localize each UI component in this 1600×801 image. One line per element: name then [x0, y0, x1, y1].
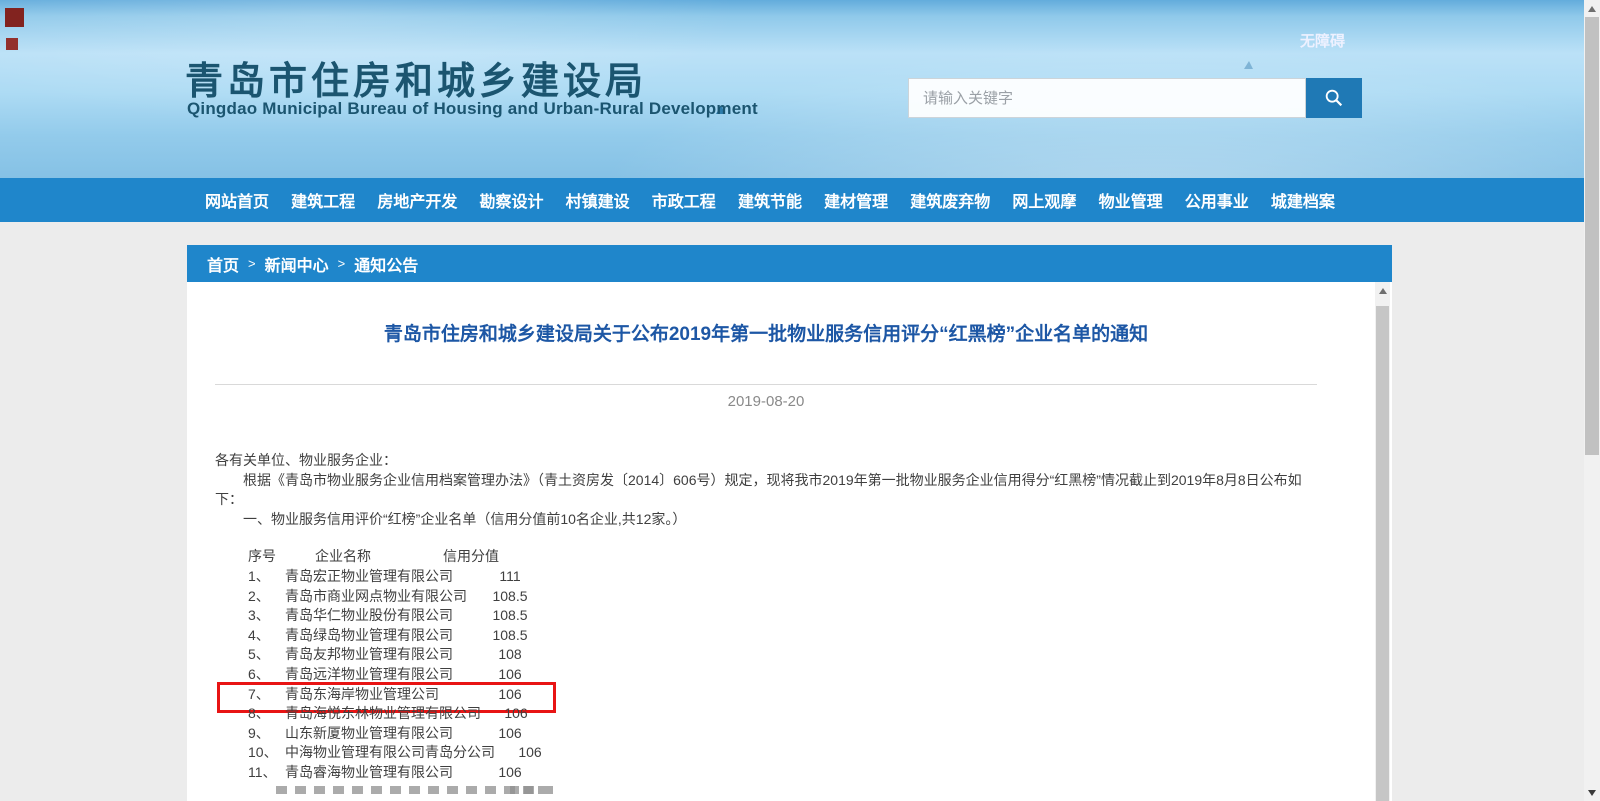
- cell-score: 111: [475, 567, 545, 587]
- breadcrumb-separator: >: [248, 256, 256, 271]
- nav-item-6[interactable]: 建筑节能: [738, 188, 802, 212]
- site-header: 无障碍 青岛市住房和城乡建设局 Qingdao Municipal Bureau…: [0, 0, 1600, 178]
- cell-score: 106: [481, 704, 551, 724]
- paragraph: 一、物业服务信用评价“红榜”企业名单（信用分值前10名企业,共12家。）: [215, 510, 1317, 530]
- nav-item-7[interactable]: 建材管理: [824, 188, 888, 212]
- cell-score: 106: [495, 743, 565, 763]
- article-panel: 青岛市住房和城乡建设局关于公布2019年第一批物业服务信用评分“红黑榜”企业名单…: [187, 282, 1392, 801]
- breadcrumb-separator: >: [338, 256, 346, 271]
- scroll-up-icon[interactable]: [1375, 282, 1390, 299]
- article-body: 各有关单位、物业服务企业： 根据《青岛市物业服务企业信用档案管理办法》（青土资房…: [215, 451, 1317, 529]
- cell-score: 108.5: [475, 626, 545, 646]
- cell-score: 108.5: [475, 587, 545, 607]
- col-header-score: 信用分值: [443, 547, 499, 567]
- main-nav-bar: 网站首页建筑工程房地产开发勘察设计村镇建设市政工程建筑节能建材管理建筑废弃物网上…: [0, 178, 1600, 222]
- col-header-no: 序号: [248, 547, 315, 567]
- cell-no: 8、: [248, 704, 285, 724]
- page-scrollbar-thumb[interactable]: [1585, 17, 1599, 455]
- nav-item-2[interactable]: 房地产开发: [377, 188, 457, 212]
- table-row: 5、青岛友邦物业管理有限公司108: [248, 645, 1317, 665]
- company-table-header: 序号企业名称信用分值: [248, 547, 1317, 567]
- nav-item-8[interactable]: 建筑废弃物: [910, 188, 990, 212]
- site-subtitle: Qingdao Municipal Bureau of Housing and …: [187, 99, 758, 119]
- table-row: 11、青岛睿海物业管理有限公司106: [248, 763, 1317, 783]
- paragraph: 根据《青岛市物业服务企业信用档案管理办法》（青土资房发〔2014〕606号）规定…: [215, 471, 1317, 510]
- cell-name: 青岛友邦物业管理有限公司: [285, 645, 475, 665]
- scroll-up-icon[interactable]: [1584, 0, 1600, 17]
- cell-score: 106: [475, 665, 545, 685]
- cell-name: 青岛宏正物业管理有限公司: [285, 567, 475, 587]
- paragraph: 各有关单位、物业服务企业：: [215, 451, 1317, 471]
- nav-item-11[interactable]: 公用事业: [1185, 188, 1249, 212]
- cell-name: 青岛海悦东林物业管理有限公司: [285, 704, 481, 724]
- cell-score: 106: [475, 724, 545, 744]
- title-divider: [215, 384, 1317, 385]
- cell-no: 5、: [248, 645, 285, 665]
- nav-item-3[interactable]: 勘察设计: [479, 188, 543, 212]
- accessibility-link[interactable]: 无障碍: [1300, 30, 1345, 51]
- cell-no: 11、: [248, 763, 285, 783]
- nav-item-5[interactable]: 市政工程: [652, 188, 716, 212]
- table-row: 9、山东新厦物业管理有限公司106: [248, 724, 1317, 744]
- search-input[interactable]: [908, 78, 1306, 118]
- cell-score: 106: [475, 685, 545, 705]
- cell-score: 108: [475, 645, 545, 665]
- cell-no: 1、: [248, 567, 285, 587]
- breadcrumb-item-2[interactable]: 通知公告: [354, 252, 418, 276]
- page-scrollbar[interactable]: [1584, 0, 1600, 801]
- breadcrumb-item-0[interactable]: 首页: [207, 252, 239, 276]
- table-row-clipped: [248, 783, 1317, 801]
- table-row: 3、青岛华仁物业股份有限公司108.5: [248, 606, 1317, 626]
- table-row: 2、青岛市商业网点物业有限公司108.5: [248, 587, 1317, 607]
- search-button[interactable]: [1306, 78, 1362, 118]
- article-title: 青岛市住房和城乡建设局关于公布2019年第一批物业服务信用评分“红黑榜”企业名单…: [215, 322, 1317, 348]
- cell-no: 7、: [248, 685, 285, 705]
- nav-item-9[interactable]: 网上观摩: [1012, 188, 1076, 212]
- table-row: 10、中海物业管理有限公司青岛分公司106: [248, 743, 1317, 763]
- content-scrollbar[interactable]: [1375, 282, 1390, 801]
- cell-score: 106: [475, 763, 545, 783]
- nav-item-1[interactable]: 建筑工程: [291, 188, 355, 212]
- cell-score: 108.5: [475, 606, 545, 626]
- table-row: 4、青岛绿岛物业管理有限公司108.5: [248, 626, 1317, 646]
- table-row-highlighted: 7、青岛东海岸物业管理公司106: [248, 685, 1317, 705]
- cell-name: 青岛睿海物业管理有限公司: [285, 763, 475, 783]
- col-header-name: 企业名称: [315, 547, 443, 567]
- content-scrollbar-thumb[interactable]: [1376, 306, 1389, 801]
- nav-item-12[interactable]: 城建档案: [1271, 188, 1335, 212]
- nav-item-0[interactable]: 网站首页: [205, 188, 269, 212]
- site-title: 青岛市住房和城乡建设局: [185, 50, 647, 105]
- nav-item-4[interactable]: 村镇建设: [566, 188, 630, 212]
- breadcrumb-item-1[interactable]: 新闻中心: [265, 252, 329, 276]
- table-row: 8、青岛海悦东林物业管理有限公司106: [248, 704, 1317, 724]
- cell-no: 6、: [248, 665, 285, 685]
- table-row: 1、青岛宏正物业管理有限公司111: [248, 567, 1317, 587]
- nav-item-10[interactable]: 物业管理: [1099, 188, 1163, 212]
- breadcrumb: 首页 > 新闻中心 > 通知公告: [187, 245, 1392, 282]
- cell-no: 9、: [248, 724, 285, 744]
- cell-no: 10、: [248, 743, 285, 763]
- cell-name: 青岛远洋物业管理有限公司: [285, 665, 475, 685]
- cell-name: 青岛华仁物业股份有限公司: [285, 606, 475, 626]
- article-date: 2019-08-20: [215, 393, 1317, 413]
- cell-no: 2、: [248, 587, 285, 607]
- cell-name: 中海物业管理有限公司青岛分公司: [285, 743, 495, 763]
- scroll-down-icon[interactable]: [1584, 784, 1600, 801]
- cell-name: 青岛东海岸物业管理公司: [285, 685, 475, 705]
- decor-sailboat-2: [1244, 61, 1253, 69]
- decor-red-square-1: [5, 8, 24, 27]
- cell-no: 3、: [248, 606, 285, 626]
- cell-name: 山东新厦物业管理有限公司: [285, 724, 475, 744]
- cell-name: 青岛市商业网点物业有限公司: [285, 587, 475, 607]
- table-row: 6、青岛远洋物业管理有限公司106: [248, 665, 1317, 685]
- cell-name: 青岛绿岛物业管理有限公司: [285, 626, 475, 646]
- decor-red-square-2: [6, 38, 18, 50]
- main-nav: 网站首页建筑工程房地产开发勘察设计村镇建设市政工程建筑节能建材管理建筑废弃物网上…: [205, 178, 1335, 222]
- cell-no: 4、: [248, 626, 285, 646]
- search-icon: [1323, 87, 1345, 109]
- company-table-body: 1、青岛宏正物业管理有限公司1112、青岛市商业网点物业有限公司108.53、青…: [248, 567, 1317, 783]
